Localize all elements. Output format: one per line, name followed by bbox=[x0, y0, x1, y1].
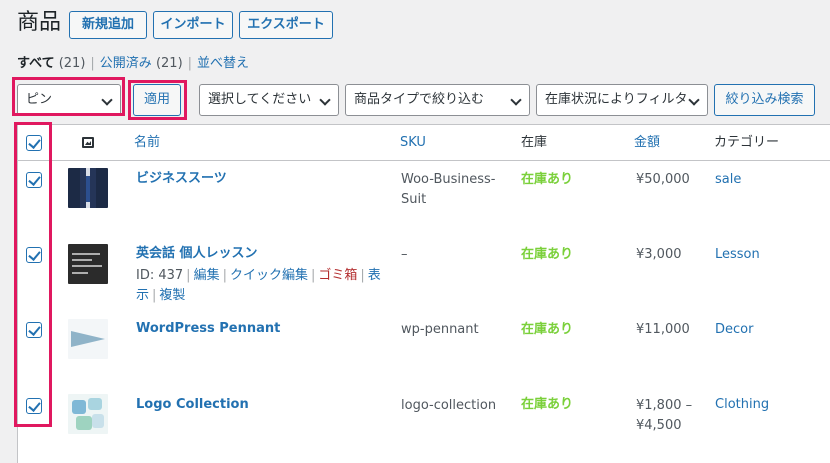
chevron-down-icon bbox=[101, 94, 113, 106]
product-thumbnail[interactable] bbox=[68, 394, 108, 434]
category-filter-select[interactable]: 選択してください bbox=[199, 84, 339, 116]
table-header-divider bbox=[17, 160, 830, 161]
category-link[interactable]: sale bbox=[715, 171, 741, 189]
product-sku: logo-collection bbox=[401, 398, 497, 413]
chevron-down-icon bbox=[510, 94, 522, 106]
view-sort[interactable]: 並べ替え bbox=[197, 56, 249, 71]
chevron-down-icon bbox=[319, 94, 331, 106]
row-actions: ID: 437 | 編集 | クイック編集 | ゴミ箱 | 表示 | 複製 bbox=[136, 268, 381, 303]
product-sku: wp-pennant bbox=[401, 322, 479, 337]
view-published-count: (21) bbox=[155, 56, 183, 71]
column-stock: 在庫 bbox=[521, 135, 548, 150]
stock-status-filter-value: 在庫状況によりフィルタ bbox=[545, 92, 688, 107]
stock-status: 在庫あり bbox=[521, 172, 574, 187]
product-id: ID: 437 bbox=[136, 268, 184, 283]
edit-link[interactable]: 編集 bbox=[194, 268, 220, 283]
stock-status: 在庫あり bbox=[521, 247, 574, 262]
product-price: ¥1,800 – ¥4,500 bbox=[636, 398, 693, 433]
product-name-link[interactable]: Logo Collection bbox=[136, 396, 249, 414]
stock-status: 在庫あり bbox=[521, 322, 574, 337]
column-price[interactable]: 金額 bbox=[634, 134, 660, 152]
product-type-filter-select[interactable]: 商品タイプで絞り込む bbox=[345, 84, 530, 116]
product-price: ¥50,000 bbox=[636, 172, 690, 187]
product-price: ¥3,000 bbox=[636, 247, 682, 262]
category-link[interactable]: Decor bbox=[715, 321, 753, 339]
product-sku: Woo-Business-Suit bbox=[401, 172, 496, 207]
page-title: 商品 bbox=[17, 10, 62, 35]
category-filter-value: 選択してください bbox=[208, 92, 312, 107]
chevron-down-icon bbox=[688, 94, 700, 106]
product-name-link[interactable]: WordPress Pennant bbox=[136, 320, 280, 338]
product-sku: – bbox=[401, 247, 408, 262]
quick-edit-link[interactable]: クイック編集 bbox=[230, 268, 308, 283]
duplicate-link[interactable]: 複製 bbox=[159, 288, 185, 303]
row-checkbox[interactable] bbox=[26, 247, 42, 263]
category-link[interactable]: Clothing bbox=[715, 396, 769, 414]
filter-button[interactable]: 絞り込み検索 bbox=[714, 84, 815, 116]
import-button[interactable]: インポート bbox=[153, 11, 233, 39]
view-all[interactable]: すべて bbox=[17, 56, 55, 71]
image-icon bbox=[82, 137, 94, 148]
bulk-action-value: ピン bbox=[26, 92, 53, 107]
column-sku[interactable]: SKU bbox=[400, 134, 426, 152]
category-link[interactable]: Lesson bbox=[715, 246, 760, 264]
product-name-link[interactable]: ビジネススーツ bbox=[136, 170, 227, 188]
column-name[interactable]: 名前 bbox=[134, 134, 160, 152]
product-thumbnail[interactable] bbox=[68, 319, 108, 359]
select-all-checkbox[interactable] bbox=[26, 135, 42, 151]
stock-status-filter-select[interactable]: 在庫状況によりフィルタ bbox=[536, 84, 708, 116]
export-button[interactable]: エクスポート bbox=[239, 11, 333, 39]
product-thumbnail[interactable] bbox=[68, 244, 108, 284]
row-checkbox[interactable] bbox=[26, 398, 42, 414]
view-filters: すべて (21) | 公開済み (21) | 並べ替え bbox=[17, 56, 250, 71]
product-type-filter-value: 商品タイプで絞り込む bbox=[354, 92, 485, 107]
stock-status: 在庫あり bbox=[521, 397, 574, 412]
product-price: ¥11,000 bbox=[636, 322, 690, 337]
product-name-link[interactable]: 英会話 個人レッスン bbox=[136, 245, 258, 263]
trash-link[interactable]: ゴミ箱 bbox=[318, 268, 357, 283]
column-category: カテゴリー bbox=[714, 135, 780, 150]
bulk-action-select[interactable]: ピン bbox=[17, 84, 121, 116]
view-published[interactable]: 公開済み bbox=[100, 56, 152, 71]
add-new-button[interactable]: 新規追加 bbox=[69, 11, 147, 39]
row-checkbox[interactable] bbox=[26, 172, 42, 188]
view-all-count: (21) bbox=[58, 56, 86, 71]
row-checkbox[interactable] bbox=[26, 322, 42, 338]
product-thumbnail[interactable] bbox=[68, 168, 108, 208]
apply-button[interactable]: 適用 bbox=[133, 84, 181, 116]
